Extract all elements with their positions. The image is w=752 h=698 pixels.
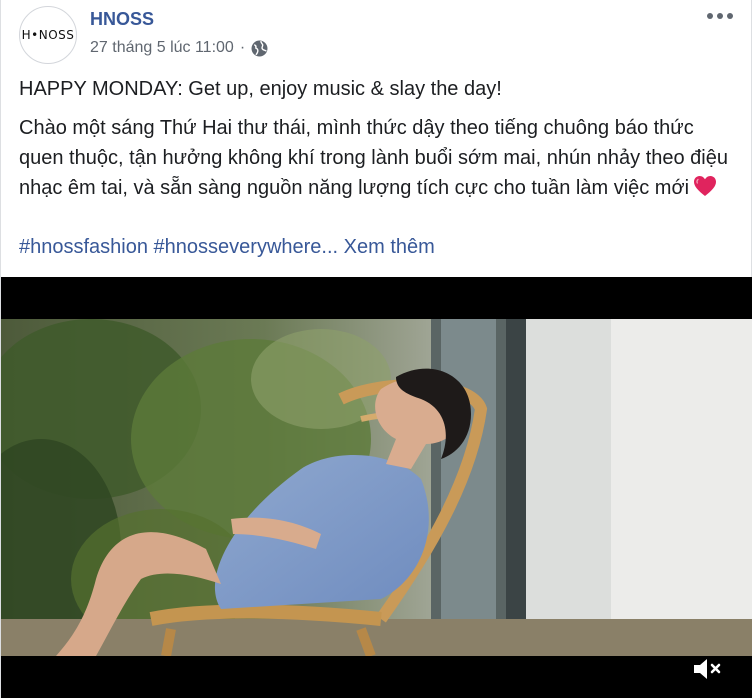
video-player[interactable] (1, 277, 752, 698)
facebook-post: H•NOSS HNOSS 27 tháng 5 lúc 11:00 · HAPP… (0, 0, 752, 698)
more-dot (727, 13, 733, 19)
see-more-link[interactable]: Xem thêm (344, 236, 435, 258)
volume-muted-icon[interactable] (691, 655, 723, 683)
ellipsis: ... (321, 236, 339, 258)
post-body: Chào một sáng Thứ Hai thư thái, mình thứ… (19, 117, 728, 199)
hashtag-link[interactable]: #hnossfashion (19, 236, 148, 258)
post-headline: HAPPY MONDAY: Get up, enjoy music & slay… (19, 78, 502, 100)
more-dot (717, 13, 723, 19)
more-dot (707, 13, 713, 19)
more-options-icon[interactable] (707, 10, 737, 22)
post-body-text: Chào một sáng Thứ Hai thư thái, mình thứ… (19, 113, 739, 203)
meta-separator: · (239, 39, 246, 56)
page-name-link[interactable]: HNOSS (90, 9, 154, 30)
hashtags-line: #hnossfashion #hnosseverywhere... Xem th… (19, 236, 435, 259)
red-heart-icon (694, 176, 717, 196)
video-frame (1, 319, 752, 656)
avatar-logo-text: H•NOSS (21, 28, 75, 42)
page-avatar[interactable]: H•NOSS (19, 6, 77, 64)
post-timestamp[interactable]: 27 tháng 5 lúc 11:00 (90, 39, 234, 57)
post-meta: 27 tháng 5 lúc 11:00 · (90, 39, 268, 57)
globe-icon[interactable] (251, 40, 268, 57)
hashtag-link[interactable]: #hnosseverywhere (154, 236, 322, 258)
